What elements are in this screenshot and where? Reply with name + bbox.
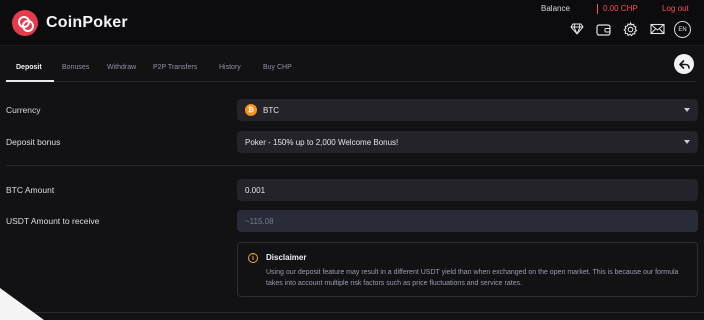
btc-amount-value: 0.001 <box>245 185 266 195</box>
language-button[interactable]: EN <box>674 21 691 38</box>
info-icon: i <box>248 253 258 263</box>
header: CoinPoker Balance 0.00 CHP Log out EN <box>0 0 704 46</box>
deposit-bonus-value: Poker - 150% up to 2,000 Welcome Bonus! <box>245 137 399 147</box>
btc-icon: ₿ <box>245 104 257 116</box>
chevron-down-icon <box>684 108 690 112</box>
tab-deposit[interactable]: Deposit <box>16 64 42 71</box>
logout-link[interactable]: Log out <box>662 4 689 13</box>
tab-history[interactable]: History <box>219 64 241 71</box>
back-arrow-icon <box>678 59 690 69</box>
cashier-page: CoinPoker Balance 0.00 CHP Log out EN De… <box>0 0 704 320</box>
currency-select[interactable]: ₿ BTC <box>237 99 698 121</box>
section-divider <box>6 165 704 166</box>
active-tab-indicator <box>6 80 54 82</box>
cashier-tabs: Deposit Bonuses Withdraw P2P Transfers H… <box>6 60 696 82</box>
btc-amount-label: BTC Amount <box>6 185 55 195</box>
wallet-icon[interactable] <box>595 21 611 37</box>
usdt-amount-field: ~115.08 <box>237 210 698 232</box>
tab-p2p-transfers[interactable]: P2P Transfers <box>153 64 197 71</box>
coinpoker-logo-icon <box>12 10 38 36</box>
balance-label: Balance <box>541 4 570 13</box>
deposit-bonus-label: Deposit bonus <box>6 137 61 147</box>
brand-logo[interactable]: CoinPoker <box>12 10 128 36</box>
footer-divider <box>0 312 704 313</box>
mail-icon[interactable] <box>649 21 665 37</box>
usdt-amount-value: ~115.08 <box>245 216 274 226</box>
tab-withdraw[interactable]: Withdraw <box>107 64 136 71</box>
balance-value: 0.00 CHP <box>597 4 638 14</box>
tab-bonuses[interactable]: Bonuses <box>62 64 89 71</box>
diamond-icon[interactable] <box>569 21 585 37</box>
disclaimer-text: Using our deposit feature may result in … <box>266 269 679 287</box>
chevron-down-icon <box>684 140 690 144</box>
disclaimer-box: i Disclaimer Using our deposit feature m… <box>237 242 698 297</box>
corner-decoration <box>0 288 44 320</box>
usdt-amount-label: USDT Amount to receive <box>6 216 100 226</box>
btc-amount-input[interactable]: 0.001 <box>237 179 698 201</box>
disclaimer-title: Disclaimer <box>266 253 307 262</box>
brand-name: CoinPoker <box>46 14 128 31</box>
gear-icon[interactable] <box>622 21 638 37</box>
deposit-bonus-select[interactable]: Poker - 150% up to 2,000 Welcome Bonus! <box>237 131 698 153</box>
currency-value: BTC <box>263 105 279 115</box>
back-button[interactable] <box>674 54 694 74</box>
tab-buy-chp[interactable]: Buy CHP <box>263 64 292 71</box>
currency-label: Currency <box>6 105 41 115</box>
